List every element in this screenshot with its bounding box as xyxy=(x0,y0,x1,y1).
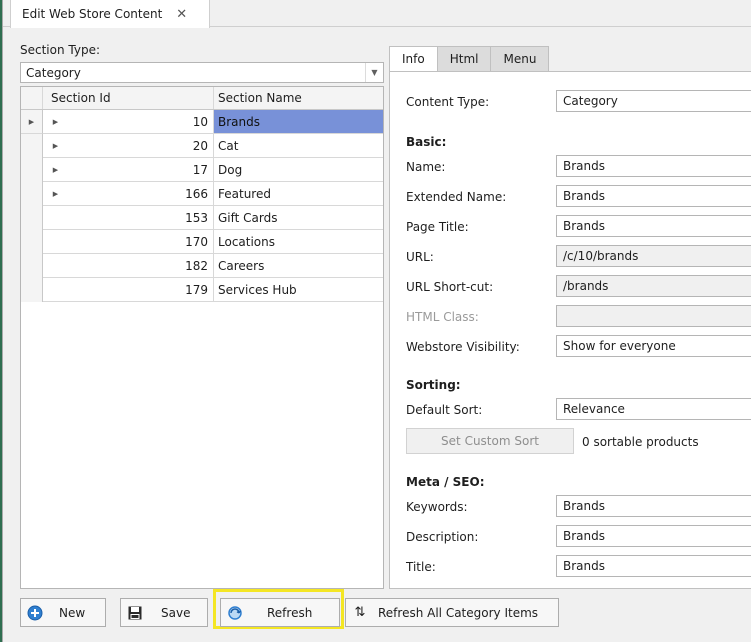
default-sort-select[interactable]: Relevance xyxy=(556,398,751,420)
tab-info[interactable]: Info xyxy=(389,46,438,72)
extended-name-label: Extended Name: xyxy=(406,190,507,204)
tab-html[interactable]: Html xyxy=(437,46,492,72)
expand-icon[interactable]: ▶ xyxy=(43,158,68,182)
meta-seo-heading: Meta / SEO: xyxy=(406,475,485,489)
info-panel: Content Type: Category Basic: Name: Bran… xyxy=(389,71,751,589)
description-field[interactable]: Brands xyxy=(556,525,751,547)
row-section-id: 17 xyxy=(68,158,214,182)
table-row[interactable]: ▶ 17 Dog xyxy=(21,158,383,182)
section-type-value: Category xyxy=(26,65,81,80)
name-label: Name: xyxy=(406,160,446,174)
sorting-heading: Sorting: xyxy=(406,378,461,392)
expand-icon[interactable]: ▶ xyxy=(43,134,68,158)
url-field[interactable]: /c/10/brands xyxy=(556,245,751,267)
row-section-id: 182 xyxy=(68,254,214,278)
keywords-label: Keywords: xyxy=(406,500,468,514)
column-header-section-id[interactable]: Section Id xyxy=(43,87,214,109)
chevron-down-icon[interactable]: ▼ xyxy=(365,63,383,82)
current-row-icon: ▶ xyxy=(21,110,43,134)
table-row[interactable]: ▶ 166 Featured xyxy=(21,182,383,206)
name-field[interactable]: Brands xyxy=(556,155,751,177)
description-label: Description: xyxy=(406,530,479,544)
content-type-field[interactable]: Category xyxy=(556,90,751,112)
sections-grid: Section Id Section Name ▶ ▶ 10 Brands ▶ … xyxy=(20,86,384,589)
save-button-label: Save xyxy=(161,605,191,620)
row-section-name: Gift Cards xyxy=(214,206,383,230)
row-section-name: Locations xyxy=(214,230,383,254)
refresh-all-button-label: Refresh All Category Items xyxy=(378,605,539,620)
bottom-toolbar: New Save Refresh ⇅ Refresh All Category … xyxy=(3,589,751,642)
document-tab-title: Edit Web Store Content xyxy=(22,7,163,21)
sortable-count: 0 sortable products xyxy=(582,435,699,449)
table-row[interactable]: 182 Careers xyxy=(21,254,383,278)
sort-arrows-icon: ⇅ xyxy=(354,605,366,620)
table-row[interactable]: ▶ ▶ 10 Brands xyxy=(21,110,383,134)
table-row[interactable]: 153 Gift Cards xyxy=(21,206,383,230)
expand-icon[interactable]: ▶ xyxy=(43,110,68,134)
row-section-name: Brands xyxy=(214,110,383,134)
row-section-name: Careers xyxy=(214,254,383,278)
row-section-id: 153 xyxy=(68,206,214,230)
tab-menu[interactable]: Menu xyxy=(491,46,550,72)
document-tabstrip: Edit Web Store Content ✕ xyxy=(3,0,751,28)
url-shortcut-field[interactable]: /brands xyxy=(556,275,751,297)
refresh-button[interactable]: Refresh xyxy=(220,598,340,627)
add-circle-icon xyxy=(27,605,43,621)
table-row[interactable]: 179 Services Hub xyxy=(21,278,383,302)
url-label: URL: xyxy=(406,250,434,264)
row-expand-spacer xyxy=(43,230,68,254)
html-class-label: HTML Class: xyxy=(406,310,479,324)
webstore-visibility-select[interactable]: Show for everyone xyxy=(556,335,751,357)
row-section-id: 170 xyxy=(68,230,214,254)
html-class-field[interactable] xyxy=(556,305,751,327)
refresh-icon xyxy=(227,605,243,621)
new-button-label: New xyxy=(59,605,86,620)
grid-header: Section Id Section Name xyxy=(21,87,383,110)
detail-tabs: Info Html Menu xyxy=(389,46,550,72)
column-header-section-name[interactable]: Section Name xyxy=(214,87,383,109)
row-section-name: Dog xyxy=(214,158,383,182)
content-type-label: Content Type: xyxy=(406,95,490,109)
row-section-id: 10 xyxy=(68,110,214,134)
extended-name-field[interactable]: Brands xyxy=(556,185,751,207)
document-tab[interactable]: Edit Web Store Content ✕ xyxy=(10,0,210,28)
webstore-visibility-label: Webstore Visibility: xyxy=(406,340,520,354)
title-label: Title: xyxy=(406,560,436,574)
row-section-name: Services Hub xyxy=(214,278,383,302)
header-indicator-cell xyxy=(21,87,43,109)
page-title-field[interactable]: Brands xyxy=(556,215,751,237)
default-sort-label: Default Sort: xyxy=(406,403,483,417)
row-section-id: 166 xyxy=(68,182,214,206)
new-button[interactable]: New xyxy=(20,598,106,627)
set-custom-sort-button[interactable]: Set Custom Sort xyxy=(406,428,574,454)
window-edge-line xyxy=(2,0,3,642)
basic-heading: Basic: xyxy=(406,135,447,149)
table-row[interactable]: ▶ 20 Cat xyxy=(21,134,383,158)
refresh-button-label: Refresh xyxy=(267,605,313,620)
row-section-id: 20 xyxy=(68,134,214,158)
close-icon[interactable]: ✕ xyxy=(176,7,187,22)
section-type-select[interactable]: Category ▼ xyxy=(20,62,384,83)
expand-icon[interactable]: ▶ xyxy=(43,182,68,206)
title-field[interactable]: Brands xyxy=(556,555,751,577)
row-section-id: 179 xyxy=(68,278,214,302)
row-section-name: Featured xyxy=(214,182,383,206)
save-disk-icon xyxy=(127,605,143,621)
table-row[interactable]: 170 Locations xyxy=(21,230,383,254)
row-expand-spacer xyxy=(43,278,68,302)
refresh-all-category-items-button[interactable]: ⇅ Refresh All Category Items xyxy=(345,598,559,627)
row-expand-spacer xyxy=(43,254,68,278)
section-type-label: Section Type: xyxy=(20,43,101,57)
row-expand-spacer xyxy=(43,206,68,230)
save-button[interactable]: Save xyxy=(120,598,208,627)
row-section-name: Cat xyxy=(214,134,383,158)
keywords-field[interactable]: Brands xyxy=(556,495,751,517)
url-shortcut-label: URL Short-cut: xyxy=(406,280,494,294)
page-title-label: Page Title: xyxy=(406,220,469,234)
